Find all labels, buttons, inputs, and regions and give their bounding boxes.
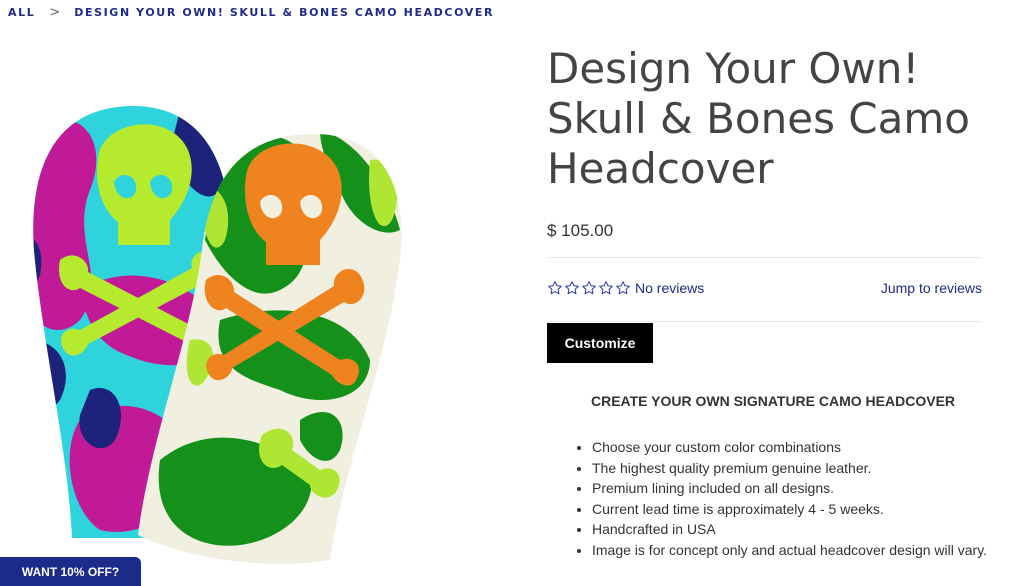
rating-row: No reviews Jump to reviews bbox=[547, 280, 982, 296]
feature-list: Choose your custom color combinations Th… bbox=[575, 437, 992, 561]
star-outline-icon bbox=[564, 280, 580, 296]
star-outline-icon bbox=[547, 280, 563, 296]
discount-promo-button[interactable]: WANT 10% OFF? bbox=[0, 557, 141, 586]
jump-to-reviews-link[interactable]: Jump to reviews bbox=[881, 280, 982, 296]
list-item: Handcrafted in USA bbox=[592, 519, 992, 540]
divider bbox=[547, 321, 982, 322]
list-item: Premium lining included on all designs. bbox=[592, 478, 992, 499]
divider bbox=[547, 257, 982, 258]
breadcrumb-current: DESIGN YOUR OWN! SKULL & BONES CAMO HEAD… bbox=[74, 6, 495, 19]
star-outline-icon bbox=[581, 280, 597, 296]
product-title: Design Your Own! Skull & Bones Camo Head… bbox=[547, 44, 970, 193]
breadcrumb: ALL > DESIGN YOUR OWN! SKULL & BONES CAM… bbox=[8, 5, 494, 20]
star-outline-icon bbox=[615, 280, 631, 296]
star-rating[interactable] bbox=[547, 280, 631, 296]
list-item: Choose your custom color combinations bbox=[592, 437, 992, 458]
no-reviews-label: No reviews bbox=[635, 280, 705, 296]
breadcrumb-link-all[interactable]: ALL bbox=[8, 6, 35, 19]
product-image[interactable] bbox=[20, 40, 420, 586]
customize-button[interactable]: Customize bbox=[547, 323, 653, 363]
description-heading: CREATE YOUR OWN SIGNATURE CAMO HEADCOVER bbox=[591, 393, 956, 409]
product-price: $ 105.00 bbox=[547, 221, 614, 240]
product-details: Design Your Own! Skull & Bones Camo Head… bbox=[547, 44, 987, 558]
list-item: The highest quality premium genuine leat… bbox=[592, 458, 992, 479]
list-item: Image is for concept only and actual hea… bbox=[592, 540, 992, 561]
star-outline-icon bbox=[598, 280, 614, 296]
list-item: Current lead time is approximately 4 - 5… bbox=[592, 499, 992, 520]
breadcrumb-separator-icon: > bbox=[49, 5, 61, 20]
